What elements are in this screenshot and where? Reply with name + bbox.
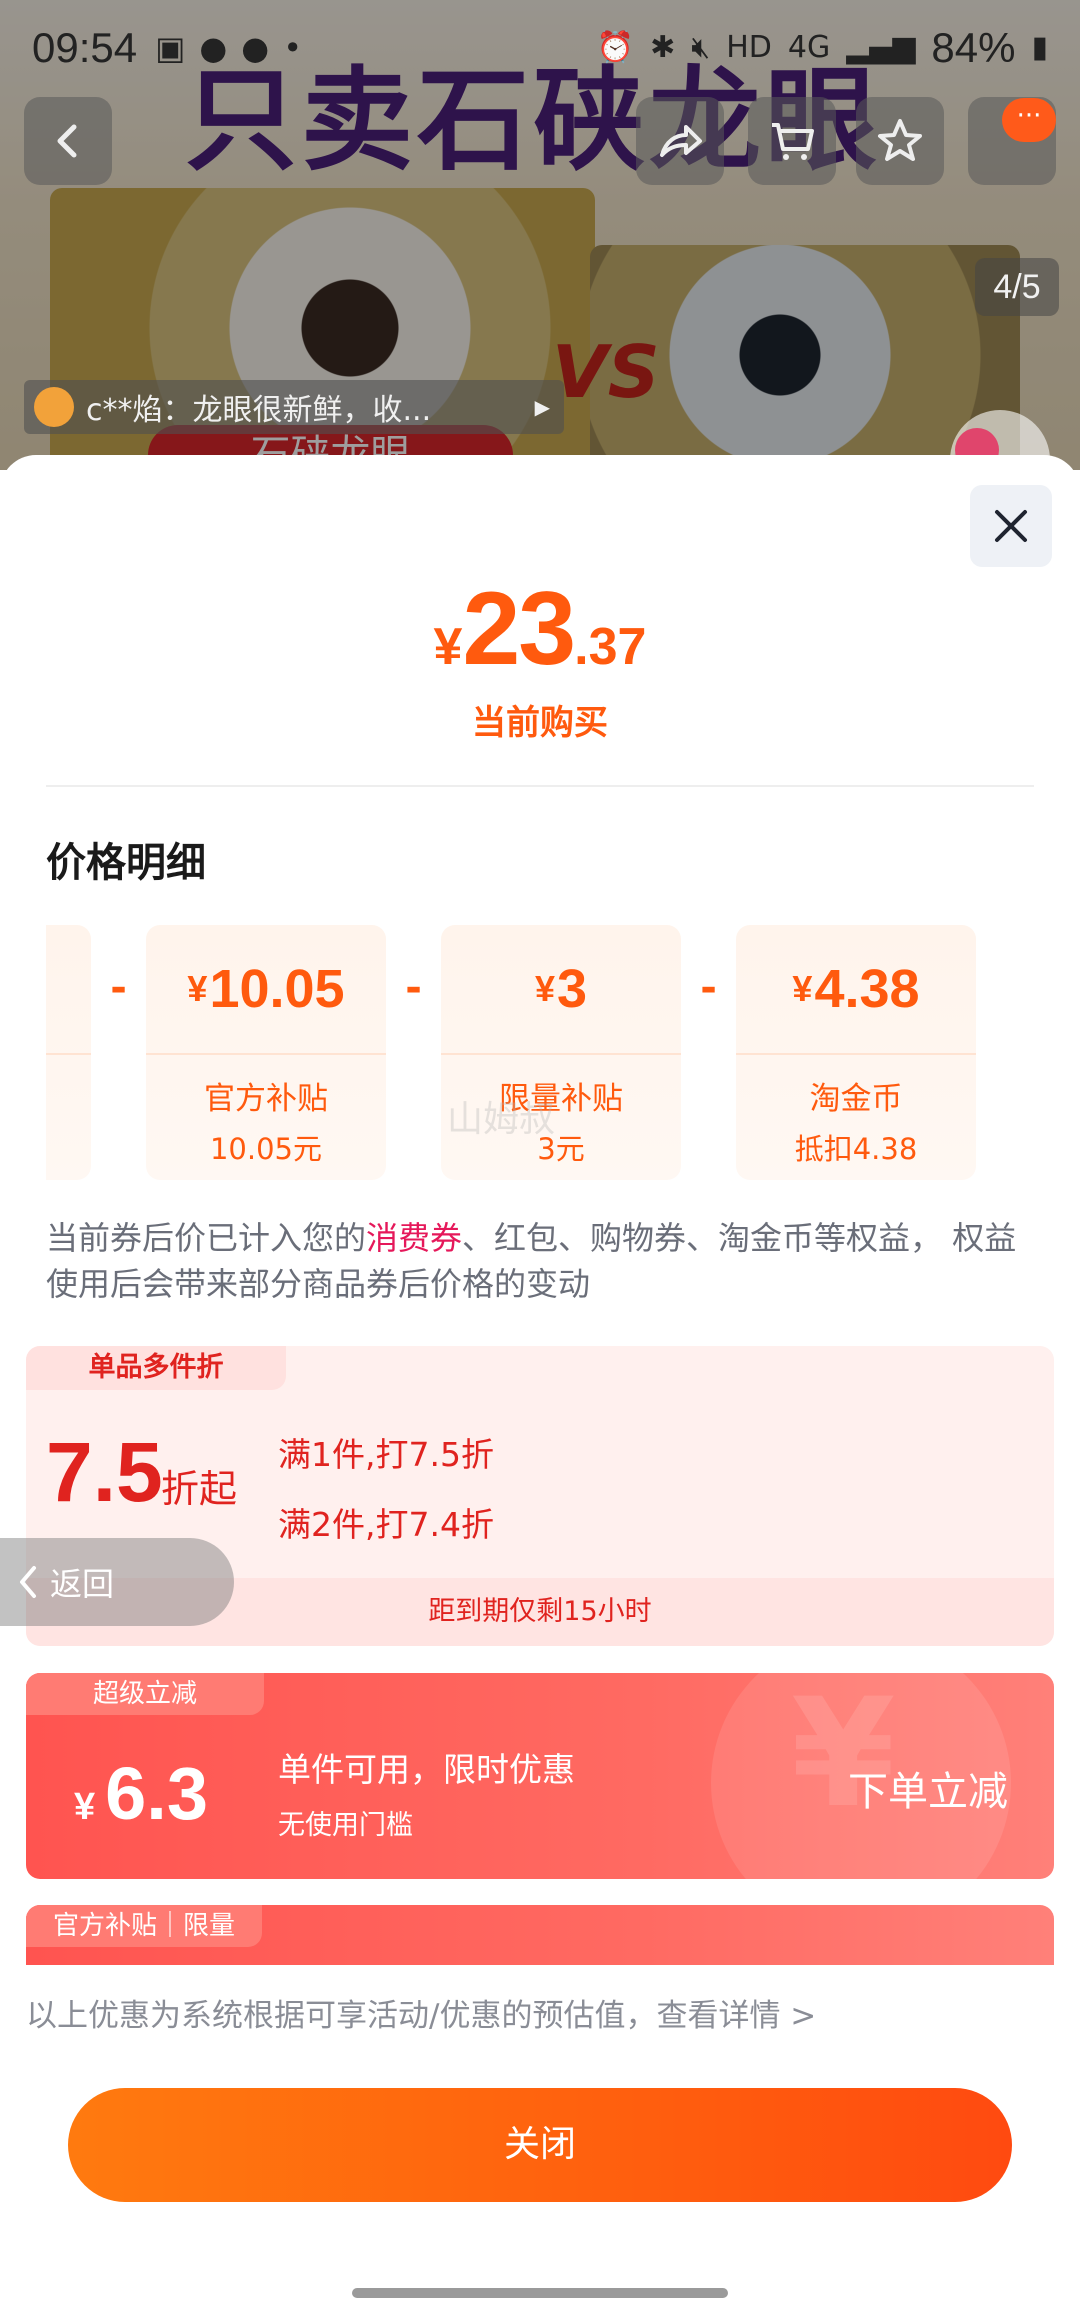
card-amount: 10.05 (209, 959, 345, 1019)
home-indicator[interactable] (352, 2288, 728, 2298)
share-button[interactable] (636, 97, 724, 185)
card-currency: ¥ (187, 968, 208, 1009)
status-bar: 09:54 ▣ ● ● • ⏰ ✱ 🔇︎ HD 4G ▂▄▆ 84% ▮ (0, 0, 1080, 95)
card-value: ¥3 (441, 925, 681, 1055)
card-label: 淘金币 (809, 1081, 903, 1117)
play-arrow-icon: ▶ (534, 395, 550, 419)
multi-discount-value: 7.5 (46, 1425, 163, 1519)
price-breakdown-title: 价格明细 (46, 840, 206, 886)
multi-discount-suffix: 折起 (161, 1467, 238, 1511)
reviewer-avatar (34, 387, 74, 427)
star-icon (878, 119, 922, 161)
sheet-close-button[interactable] (970, 485, 1052, 567)
price-caption: 当前购买 (472, 703, 608, 743)
review-ticker[interactable]: c**焰：龙眼很新鲜，收... ▶ (24, 380, 564, 434)
coupon-currency: ¥ (74, 1786, 96, 1828)
card-sub: 元 (46, 1126, 91, 1168)
hd-icon: HD (726, 30, 772, 65)
network-icon: 4G (787, 30, 831, 65)
breakdown-card-taojinbi: ¥4.38 淘金币 抵扣4.38 (736, 925, 976, 1180)
coupon-title: 单件可用，限时优惠 (278, 1750, 575, 1789)
coupon-tag: 超级立减 (26, 1673, 264, 1715)
coupon-amount: ¥6.3 (74, 1751, 208, 1836)
card-currency: ¥ (792, 968, 813, 1009)
minus-operator: - (110, 965, 127, 1011)
card-currency: ¥ (534, 968, 555, 1009)
card-label: 官方补贴 (204, 1081, 328, 1117)
card-sub: 10.05元 (209, 1132, 323, 1166)
message-notification-icon: ● (199, 28, 228, 67)
card-value: ¥4.38 (736, 925, 976, 1055)
close-button[interactable]: 关闭 (68, 2088, 1012, 2202)
message-badge: ··· (1002, 98, 1056, 142)
discount-rule: 满2件,打7.4折 (278, 1505, 494, 1544)
card-amount: 4.38 (814, 959, 920, 1019)
consumption-coupon-link[interactable]: 消费券 (366, 1219, 462, 1257)
breakdown-card-official-subsidy: ¥10.05 官方补贴 10.05元 (146, 925, 386, 1180)
coupon-threshold: 无使用门槛 (278, 1810, 413, 1841)
battery-icon: ▮ (1031, 30, 1048, 65)
back-button[interactable] (24, 97, 112, 185)
discount-rule: 满1件,打7.5折 (278, 1435, 494, 1474)
bluetooth-icon: ✱ (650, 30, 676, 65)
minus-operator: - (405, 965, 422, 1011)
more-notification-icon: • (283, 28, 303, 67)
card-value: 3 (46, 925, 91, 1055)
multi-discount-tag: 单品多件折 (26, 1346, 286, 1390)
official-subsidy-coupon[interactable]: 官方补贴｜限量 (26, 1905, 1054, 1965)
price-integer: 23 (462, 571, 576, 687)
back-label: 返回 (50, 1565, 115, 1603)
notification-icons: ▣ ● ● • (155, 29, 302, 67)
mute-icon: 🔇︎ (691, 30, 711, 65)
super-discount-coupon[interactable]: ¥ 超级立减 ¥6.3 单件可用，限时优惠 无使用门槛 下单立减 (26, 1673, 1054, 1879)
section-divider (46, 785, 1034, 787)
card-amount: 3 (556, 959, 588, 1019)
price-explanation: 当前券后价已计入您的消费券、红包、购物券、淘金币等权益， 权益使用后会带来部分商… (46, 1215, 1036, 1307)
price-decimal: .37 (574, 618, 647, 676)
coupon-value: 6.3 (105, 1752, 209, 1835)
watermark-text: 山姆叔 (447, 1099, 556, 1140)
explanation-prefix: 当前券后价已计入您的 (46, 1219, 367, 1257)
favorite-button[interactable] (856, 97, 944, 185)
chevron-left-icon (20, 1566, 36, 1598)
status-time: 09:54 (32, 23, 138, 71)
price-currency: ¥ (433, 618, 463, 676)
app-notification-icon: ● (241, 28, 270, 67)
view-details-link[interactable]: 以上优惠为系统根据可享活动/优惠的预估值，查看详情 > (26, 1990, 816, 2035)
breakdown-card-discount: 3 立减 元 (46, 925, 91, 1180)
signal-icon: ▂▄▆ (846, 30, 916, 65)
system-icons: ⏰ ✱ 🔇︎ HD 4G ▂▄▆ 84% ▮ (597, 24, 1048, 72)
card-value: ¥10.05 (146, 925, 386, 1055)
share-icon (660, 125, 702, 157)
current-price: ¥23.37 (0, 570, 1080, 689)
alarm-icon: ⏰ (596, 30, 635, 65)
card-label: 立减 (46, 1073, 91, 1118)
floating-back-button[interactable]: 返回 (0, 1538, 234, 1626)
cart-icon (772, 123, 814, 160)
chevron-left-icon (57, 124, 77, 158)
image-notification-icon: ▣ (155, 28, 186, 67)
cart-button[interactable] (748, 97, 836, 185)
coupon-action-label: 下单立减 (848, 1769, 1008, 1815)
battery-level: 84% (931, 23, 1016, 71)
coupon-tag: 官方补贴｜限量 (26, 1905, 262, 1947)
review-text: c**焰：龙眼很新鲜，收... (86, 393, 432, 428)
minus-operator: - (700, 965, 717, 1011)
card-sub: 抵扣4.38 (794, 1132, 918, 1166)
close-icon (995, 510, 1027, 542)
gallery-page-indicator: 4/5 (975, 258, 1059, 316)
